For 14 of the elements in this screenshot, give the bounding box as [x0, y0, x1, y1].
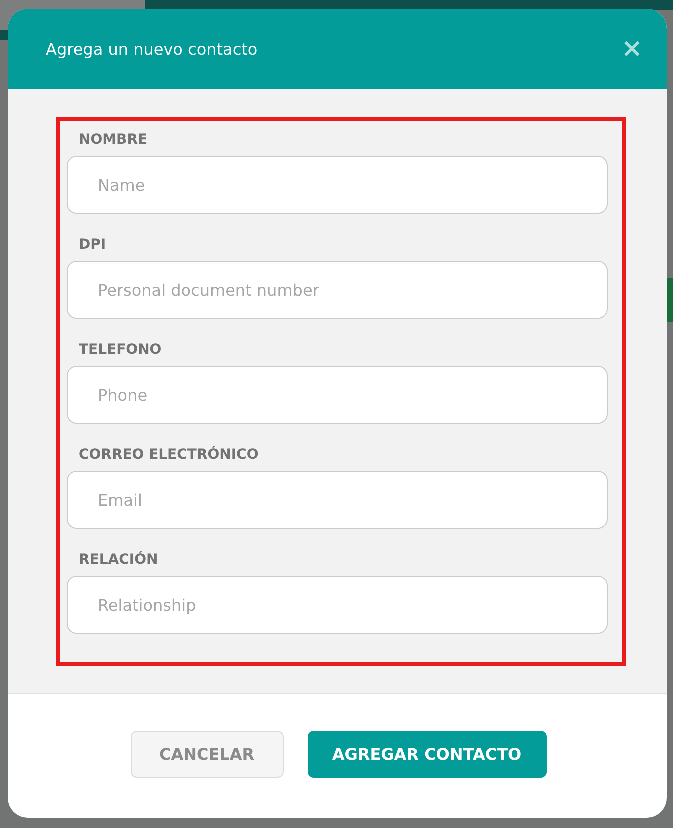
field-label: RELACIÓN — [79, 551, 160, 570]
input-field[interactable]: Personal document number — [67, 261, 608, 319]
field-label: CORREO ELECTRÓNICO — [79, 446, 260, 465]
input-field[interactable]: Name — [67, 156, 608, 214]
close-icon[interactable]: × — [621, 36, 643, 62]
input-field[interactable]: Relationship — [67, 576, 608, 634]
input-field[interactable]: Email — [67, 471, 608, 529]
field-label: DPI — [79, 236, 108, 255]
cancel-button[interactable]: CANCELAR — [130, 730, 284, 778]
dialog-title: Agrega un nuevo contacto — [46, 40, 258, 58]
add-contact-button[interactable]: AGREGAR CONTACTO — [308, 730, 546, 778]
field-label: NOMBRE — [79, 131, 149, 150]
input-field[interactable]: Phone — [67, 366, 608, 424]
field-label: TELEFONO — [79, 341, 163, 360]
